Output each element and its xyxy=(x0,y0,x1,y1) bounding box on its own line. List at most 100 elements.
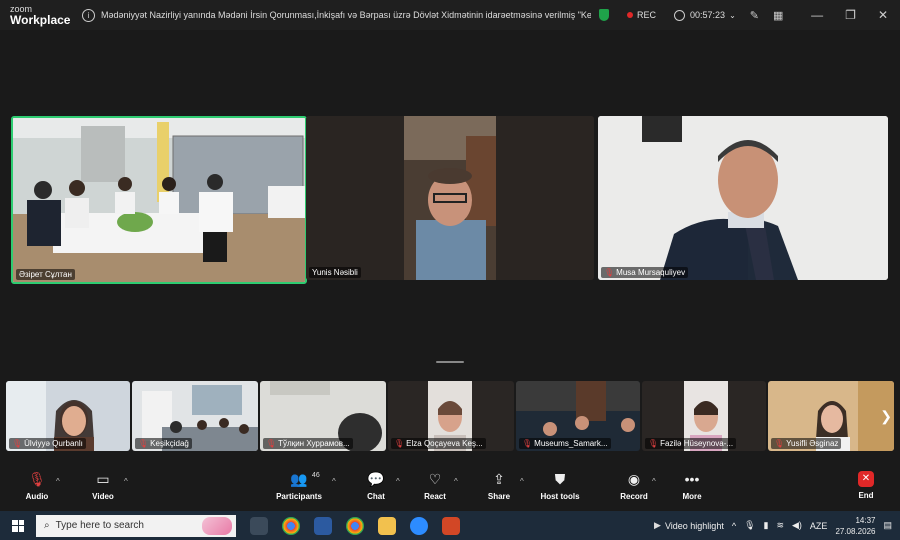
mic-muted-icon: 🎙 xyxy=(138,439,149,448)
participant-video xyxy=(306,116,594,280)
mic-muted-icon: 🎙 xyxy=(266,439,277,448)
video-camera-icon: ▶ xyxy=(654,520,661,530)
chat-options-caret[interactable]: ^ xyxy=(396,477,400,486)
participants-button[interactable]: 👥 46 Participants xyxy=(274,470,324,510)
meeting-timer[interactable]: 00:57:23 ⌄ xyxy=(674,9,736,21)
shield-icon[interactable] xyxy=(599,9,609,21)
video-tile-strip-2[interactable]: 🎙 Keşikçidağ xyxy=(132,381,258,451)
zoom-logo: zoom Workplace xyxy=(0,4,82,26)
windows-taskbar: ⌕ Type here to search ▶ Video highlight … xyxy=(0,511,900,540)
chrome-icon-2[interactable] xyxy=(346,516,364,535)
more-dots-icon: ••• xyxy=(684,471,700,487)
chrome-icon[interactable] xyxy=(282,516,300,535)
more-button[interactable]: ••• More xyxy=(678,470,706,510)
participant-name: Әзірет Сұлтан xyxy=(16,269,75,280)
participants-options-caret[interactable]: ^ xyxy=(332,477,336,486)
participants-icon: 👥 46 xyxy=(290,470,319,488)
close-icon[interactable]: ✕ xyxy=(878,8,888,22)
taskbar-search[interactable]: ⌕ Type here to search xyxy=(36,514,236,537)
recording-indicator[interactable]: REC xyxy=(627,10,656,20)
notifications-icon[interactable]: ▤ xyxy=(883,520,892,531)
participant-name: 🎙 Keşikçidağ xyxy=(135,438,192,449)
chevron-up-icon[interactable]: ^ xyxy=(732,521,736,531)
video-tile-strip-4[interactable]: 🎙 Elza Qoçayeva Keş... xyxy=(388,381,514,451)
chevron-down-icon: ⌄ xyxy=(729,10,736,20)
video-tile-strip-6[interactable]: 🎙 Fazilə Hüseynova-... xyxy=(642,381,766,451)
video-tile-main-3[interactable]: 🎙 Musa Mursaquliyev xyxy=(598,116,888,280)
share-button[interactable]: ⇪ Share xyxy=(484,470,514,510)
logo-bottom: Workplace xyxy=(10,13,71,27)
end-call-icon: ✕ xyxy=(858,471,874,487)
audio-options-caret[interactable]: ^ xyxy=(56,477,60,486)
participants-count: 46 xyxy=(311,472,320,479)
clock-date: 27.08.2026 xyxy=(835,526,876,536)
search-icon: ⌕ xyxy=(44,520,50,531)
clock-icon xyxy=(674,9,686,21)
mic-muted-icon: 🎙 xyxy=(604,268,615,277)
chat-button[interactable]: 💬 Chat xyxy=(362,470,390,510)
title-bar: zoom Workplace i Mədəniyyət Nazirliyi ya… xyxy=(0,0,900,30)
participant-name: 🎙 Ülviyyə Qurbanlı xyxy=(9,438,86,449)
video-tile-strip-1[interactable]: 🎙 Ülviyyə Qurbanlı xyxy=(6,381,130,451)
video-highlight-widget[interactable]: ▶ Video highlight xyxy=(654,520,724,531)
participant-name: 🎙 Elza Qoçayeva Keş... xyxy=(391,438,486,449)
participant-name: 🎙 Musa Mursaquliyev xyxy=(601,267,689,278)
info-icon[interactable]: i xyxy=(82,8,95,22)
share-screen-icon: ⇪ xyxy=(493,471,505,487)
mic-muted-icon: 🎙 xyxy=(522,439,533,448)
chevron-right-icon[interactable]: ❯ xyxy=(880,408,892,425)
volume-icon[interactable]: ◀) xyxy=(792,520,802,531)
minimize-icon[interactable]: — xyxy=(811,8,823,22)
ai-companion-icon[interactable]: ✎ xyxy=(750,9,759,22)
end-button[interactable]: ✕ End xyxy=(852,470,880,510)
heart-icon: ♡ xyxy=(428,471,442,487)
elapsed-time: 00:57:23 xyxy=(690,10,726,20)
language-indicator[interactable]: AZE xyxy=(810,521,828,531)
record-button[interactable]: ◉ Record xyxy=(618,470,650,510)
search-highlight-image xyxy=(202,516,232,535)
react-button[interactable]: ♡ React xyxy=(420,470,450,510)
participant-name: 🎙 Fazilə Hüseynova-... xyxy=(645,438,737,449)
rec-dot-icon xyxy=(627,12,633,18)
shield-icon: ⛊ xyxy=(554,471,566,487)
video-tile-strip-3[interactable]: 🎙 Тўлқин Хуррамов... xyxy=(260,381,386,451)
mic-muted-icon: 🎙 xyxy=(648,439,659,448)
powerpoint-icon[interactable] xyxy=(442,516,460,535)
rec-label: REC xyxy=(637,10,657,20)
audio-button[interactable]: 🎙 Audio xyxy=(22,470,52,510)
record-icon: ◉ xyxy=(627,471,641,487)
wifi-icon[interactable]: ≋ xyxy=(776,520,784,531)
restore-icon[interactable]: ❐ xyxy=(845,8,856,22)
battery-icon[interactable]: ▮ xyxy=(764,520,769,531)
video-camera-icon: ▭ xyxy=(96,471,110,487)
app-icon[interactable] xyxy=(314,516,332,535)
system-tray: ▶ Video highlight ^ 🎙 ▮ ≋ ◀) AZE 14:37 2… xyxy=(654,515,900,537)
microphone-icon[interactable]: 🎙 xyxy=(744,520,755,531)
chat-bubble-icon: 💬 xyxy=(367,471,385,487)
window-controls: — ❐ ✕ xyxy=(811,8,900,22)
file-explorer-icon[interactable] xyxy=(378,516,396,535)
react-options-caret[interactable]: ^ xyxy=(454,477,458,486)
resize-handle[interactable] xyxy=(436,361,464,363)
participant-name: Yunis Nəsibli xyxy=(309,267,361,278)
zoom-app-icon[interactable] xyxy=(410,516,428,535)
video-tile-strip-7[interactable]: 🎙 Yusifli Əsginaz xyxy=(768,381,894,451)
mic-muted-icon: 🎙 xyxy=(394,439,405,448)
video-tile-main-1[interactable]: Әзірет Сұлтан xyxy=(11,116,307,284)
mic-muted-icon: 🎙 xyxy=(12,439,23,448)
video-tile-strip-5[interactable]: 🎙 Museums_Samark... xyxy=(516,381,640,451)
task-view-icon[interactable] xyxy=(250,516,268,535)
clock-time: 14:37 xyxy=(855,515,876,525)
taskbar-clock[interactable]: 14:37 27.08.2026 xyxy=(835,515,875,537)
video-options-caret[interactable]: ^ xyxy=(124,477,128,486)
record-options-caret[interactable]: ^ xyxy=(652,477,656,486)
meeting-room-video xyxy=(13,118,305,282)
video-tile-main-2[interactable]: Yunis Nəsibli xyxy=(306,116,594,280)
host-tools-button[interactable]: ⛊ Host tools xyxy=(538,470,582,510)
windows-start-icon[interactable] xyxy=(12,519,24,532)
participant-name: 🎙 Yusifli Əsginaz xyxy=(771,438,842,449)
video-button[interactable]: ▭ Video xyxy=(88,470,118,510)
share-options-caret[interactable]: ^ xyxy=(520,477,524,486)
search-placeholder: Type here to search xyxy=(55,520,144,531)
view-grid-icon[interactable]: ▦ xyxy=(773,9,783,22)
